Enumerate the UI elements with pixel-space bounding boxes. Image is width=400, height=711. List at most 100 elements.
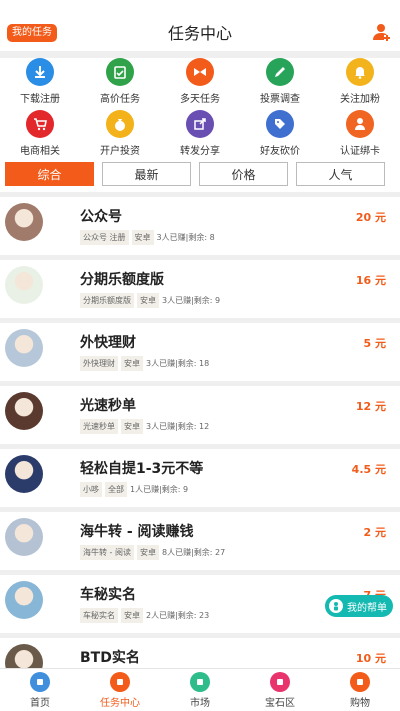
- category-label: 电商相关: [20, 146, 60, 157]
- category-item[interactable]: 电商相关: [0, 110, 80, 162]
- task-thumbnail: [5, 581, 43, 619]
- person-verify-icon: [346, 110, 374, 138]
- task-price: 5 元: [363, 337, 386, 350]
- tab-2[interactable]: 价格: [199, 162, 288, 186]
- task-stats: 3人已赚|剩余: 8: [156, 233, 215, 242]
- category-row: 电商相关 开户投资 转发分享 好友砍价 认证绑卡: [0, 110, 400, 162]
- task-tag: 分期乐额度版: [80, 293, 134, 308]
- task-meta: 外快理财 安卓 3人已赚|剩余: 18: [80, 356, 209, 371]
- nav-item-1[interactable]: 任务中心: [80, 669, 160, 711]
- tab-1[interactable]: 最新: [102, 162, 191, 186]
- nav-label: 购物: [350, 697, 370, 709]
- floating-label: 我的帮单: [347, 602, 387, 614]
- category-item[interactable]: 转发分享: [160, 110, 240, 162]
- task-price: 10 元: [355, 652, 386, 665]
- category-item[interactable]: 好友砍价: [240, 110, 320, 162]
- money-bag-icon: [106, 110, 134, 138]
- task-center-screen: 我的任务 任务中心 下载注册 高价任务 多天任务 投票调查 关注加粉 电商相关 开户投资 转…: [0, 0, 400, 711]
- category-label: 高价任务: [100, 94, 140, 105]
- task-row[interactable]: 公众号 公众号 注册 安卓 3人已赚|剩余: 8 20 元: [0, 197, 400, 255]
- task-row[interactable]: 轻松自提1-3元不等 小哆 全部 1人已赚|剩余: 9 4.5 元: [0, 449, 400, 507]
- task-meta: 海牛转 - 阅读 安卓 8人已赚|剩余: 27: [80, 545, 225, 560]
- my-help-orders-button[interactable]: 我的帮单: [325, 595, 393, 617]
- category-label: 多天任务: [180, 94, 220, 105]
- bottom-nav: 首页 任务中心 市场 宝石区 购物: [0, 668, 400, 711]
- task-tag: 安卓: [136, 545, 159, 560]
- user-add-icon[interactable]: [372, 22, 392, 42]
- task-meta: 小哆 全部 1人已赚|剩余: 9: [80, 482, 188, 497]
- task-row[interactable]: 海牛转 - 阅读赚钱 海牛转 - 阅读 安卓 8人已赚|剩余: 27 2 元: [0, 512, 400, 570]
- category-item[interactable]: 高价任务: [80, 58, 160, 110]
- task-tag: 海牛转 - 阅读: [80, 545, 134, 560]
- task-row[interactable]: 外快理财 外快理财 安卓 3人已赚|剩余: 18 5 元: [0, 323, 400, 381]
- category-item[interactable]: 多天任务: [160, 58, 240, 110]
- task-name: 公众号: [80, 209, 122, 225]
- my-tasks-button[interactable]: 我的任务: [7, 24, 57, 42]
- task-tag: 安卓: [137, 293, 159, 308]
- task-stats: 3人已赚|剩余: 9: [162, 296, 221, 305]
- task-stats: 8人已赚|剩余: 27: [161, 548, 226, 557]
- header-bar: 我的任务 任务中心: [0, 0, 400, 52]
- bell-icon: [346, 58, 374, 86]
- task-thumbnail: [5, 455, 43, 493]
- task-row[interactable]: 光速秒单 光速秒单 安卓 3人已赚|剩余: 12 12 元: [0, 386, 400, 444]
- category-grid: 下载注册 高价任务 多天任务 投票调查 关注加粉 电商相关 开户投资 转发分享 好友砍价 认证绑…: [0, 58, 400, 162]
- category-label: 投票调查: [260, 94, 300, 105]
- share-icon: [186, 110, 214, 138]
- download-icon: [26, 58, 54, 86]
- nav-item-0[interactable]: 首页: [0, 669, 80, 711]
- task-price: 16 元: [355, 274, 386, 287]
- category-label: 关注加粉: [340, 94, 380, 105]
- tab-3[interactable]: 人气: [296, 162, 385, 186]
- nav-item-2[interactable]: 市场: [160, 669, 240, 711]
- category-item[interactable]: 下载注册: [0, 58, 80, 110]
- nav-label: 首页: [30, 697, 50, 709]
- task-tag: 公众号 注册: [80, 230, 129, 245]
- category-item[interactable]: 关注加粉: [320, 58, 400, 110]
- task-tag: 车秘实名: [80, 608, 118, 623]
- task-meta: 车秘实名 安卓 2人已赚|剩余: 23: [80, 608, 209, 623]
- category-row: 下载注册 高价任务 多天任务 投票调查 关注加粉: [0, 58, 400, 110]
- filter-tabs: 综合 最新 价格 人气: [0, 162, 400, 192]
- task-tag: 光速秒单: [80, 419, 118, 434]
- page-title: 任务中心: [167, 23, 232, 43]
- category-label: 开户投资: [100, 146, 140, 157]
- task-row[interactable]: 分期乐额度版 分期乐额度版 安卓 3人已赚|剩余: 9 16 元: [0, 260, 400, 318]
- category-label: 好友砍价: [260, 146, 300, 157]
- category-label: 下载注册: [20, 94, 60, 105]
- task-price: 12 元: [355, 400, 386, 413]
- nav-label: 市场: [190, 697, 210, 709]
- task-name: 轻松自提1-3元不等: [80, 461, 204, 477]
- task-name: 分期乐额度版: [80, 272, 164, 288]
- task-thumbnail: [5, 203, 43, 241]
- tab-0[interactable]: 综合: [5, 162, 94, 186]
- category-item[interactable]: 认证绑卡: [320, 110, 400, 162]
- task-thumbnail: [5, 392, 43, 430]
- clipboard-check-icon: [106, 58, 134, 86]
- task-stats: 3人已赚|剩余: 18: [146, 359, 210, 368]
- task-tag: 安卓: [121, 608, 143, 623]
- nav-label: 宝石区: [265, 697, 295, 709]
- task-stats: 1人已赚|剩余: 9: [130, 485, 189, 494]
- task-tag: 安卓: [121, 356, 143, 371]
- nav-item-4[interactable]: 购物: [320, 669, 400, 711]
- cart-icon: [26, 110, 54, 138]
- bow-tie-icon: [186, 58, 214, 86]
- task-center-icon: [110, 671, 130, 692]
- task-meta: 公众号 注册 安卓 3人已赚|剩余: 8: [80, 230, 215, 245]
- home-icon: [30, 671, 50, 692]
- task-name: 光速秒单: [80, 398, 136, 414]
- task-list: 公众号 公众号 注册 安卓 3人已赚|剩余: 8 20 元分期乐额度版 分期乐额度版 安卓 3…: [0, 192, 400, 696]
- task-tag: 安卓: [131, 230, 154, 245]
- task-name: 车秘实名: [80, 587, 136, 603]
- task-tag: 外快理财: [80, 356, 118, 371]
- nav-item-3[interactable]: 宝石区: [240, 669, 320, 711]
- task-meta: 光速秒单 安卓 3人已赚|剩余: 12: [80, 419, 209, 434]
- task-thumbnail: [5, 518, 43, 556]
- category-item[interactable]: 投票调查: [240, 58, 320, 110]
- task-meta: 分期乐额度版 安卓 3人已赚|剩余: 9: [80, 293, 220, 308]
- task-stats: 2人已赚|剩余: 23: [146, 611, 210, 620]
- task-tag: 全部: [105, 482, 127, 497]
- category-item[interactable]: 开户投资: [80, 110, 160, 162]
- category-label: 认证绑卡: [340, 146, 380, 157]
